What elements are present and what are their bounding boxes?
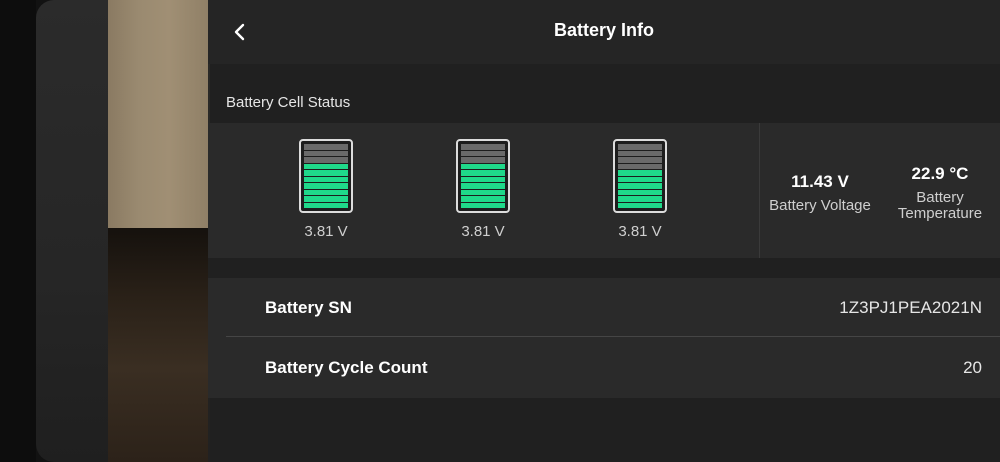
battery-temperature-value: 22.9 °C	[911, 164, 969, 183]
row-divider	[226, 336, 1000, 337]
cell-voltage: 3.81 V	[304, 223, 348, 240]
battery-cell-3: 3.81 V	[595, 139, 685, 240]
cell-bar-filled	[618, 183, 662, 189]
cell-bar-filled	[304, 183, 348, 189]
cell-bar-empty	[618, 163, 662, 169]
top-bar: Battery Info	[208, 0, 1000, 64]
cell-bar-filled	[618, 189, 662, 195]
cell-voltage: 3.81 V	[618, 223, 662, 240]
cell-bar-empty	[461, 150, 505, 156]
cell-bar-filled	[461, 163, 505, 169]
battery-cell-icon	[299, 139, 353, 213]
cell-bar-empty	[618, 144, 662, 150]
section-label: Battery Cell Status	[226, 94, 351, 111]
battery-cycle-count-row: Battery Cycle Count 20	[226, 338, 982, 398]
battery-cell-2: 3.81 V	[438, 139, 528, 240]
cell-status-panel: 3.81 V 3.81 V 3.81 V 11.43 V Battery Vol…	[208, 123, 1000, 258]
cell-bar-filled	[304, 170, 348, 176]
cell-voltage: 3.81 V	[461, 223, 505, 240]
device-frame	[36, 0, 110, 462]
screen-edge	[0, 0, 36, 462]
cell-bar-empty	[304, 144, 348, 150]
cell-bar-filled	[618, 202, 662, 208]
cell-bar-filled	[461, 202, 505, 208]
cell-bar-empty	[304, 150, 348, 156]
cell-bar-empty	[461, 144, 505, 150]
battery-sn-row: Battery SN 1Z3PJ1PEA2021N	[226, 278, 982, 338]
battery-sn-value: 1Z3PJ1PEA2021N	[839, 298, 982, 317]
cell-bar-empty	[304, 157, 348, 163]
battery-cell-icon	[613, 139, 667, 213]
cell-bar-filled	[618, 170, 662, 176]
battery-details-panel: Battery SN 1Z3PJ1PEA2021N Battery Cycle …	[208, 278, 1000, 398]
battery-cell-icon	[456, 139, 510, 213]
battery-cycle-count-label: Battery Cycle Count	[265, 358, 428, 377]
cell-bar-filled	[304, 202, 348, 208]
camera-floor	[108, 228, 210, 462]
cell-bar-filled	[618, 176, 662, 182]
cell-bar-filled	[461, 196, 505, 202]
cell-bar-empty	[461, 157, 505, 163]
cell-bar-filled	[461, 189, 505, 195]
cell-bar-filled	[461, 170, 505, 176]
battery-temperature-stat: 22.9 °C Battery Temperature	[888, 164, 992, 222]
battery-voltage-label: Battery Voltage	[769, 197, 871, 214]
battery-voltage-value: 11.43 V	[791, 172, 849, 191]
cell-bar-filled	[618, 196, 662, 202]
cell-bar-filled	[304, 196, 348, 202]
battery-cycle-count-value: 20	[963, 358, 982, 377]
battery-cell-1: 3.81 V	[281, 139, 371, 240]
camera-wall	[108, 0, 210, 235]
cell-bar-filled	[304, 176, 348, 182]
battery-temperature-label: Battery Temperature	[897, 189, 983, 222]
cell-bar-empty	[618, 150, 662, 156]
battery-sn-label: Battery SN	[265, 298, 352, 317]
page-title: Battery Info	[553, 20, 654, 40]
battery-voltage-stat: 11.43 V Battery Voltage	[760, 172, 880, 214]
battery-info-panel: Battery Info Battery Cell Status 3.81 V …	[208, 0, 1000, 462]
cell-bar-filled	[461, 183, 505, 189]
cell-bar-filled	[304, 189, 348, 195]
cell-bar-filled	[461, 176, 505, 182]
cell-bar-filled	[304, 163, 348, 169]
cell-bar-empty	[618, 157, 662, 163]
